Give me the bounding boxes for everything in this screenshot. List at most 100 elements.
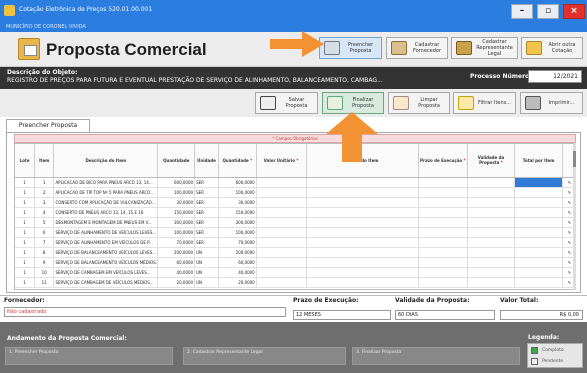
brand-cell[interactable] xyxy=(306,247,420,258)
validity-cell[interactable] xyxy=(467,247,516,258)
offered-quantity-cell[interactable]: 100,0000 xyxy=(218,227,257,238)
offered-quantity-cell[interactable]: 100,0000 xyxy=(218,187,257,198)
brand-cell[interactable] xyxy=(306,197,420,208)
table-row[interactable]: 1 1 APLICACAO DE BICO PARA PNEUS ARCO 13, … xyxy=(15,177,575,188)
term-cell[interactable] xyxy=(418,187,468,198)
brand-cell[interactable] xyxy=(306,237,420,248)
term-cell[interactable] xyxy=(418,217,468,228)
register-supplier-label: Cadastrar Fornecedor xyxy=(412,42,442,54)
validity-cell[interactable] xyxy=(467,207,516,218)
term-cell[interactable] xyxy=(418,257,468,268)
validity-cell[interactable] xyxy=(467,257,516,268)
term-cell[interactable] xyxy=(418,207,468,218)
brand-cell[interactable] xyxy=(306,277,420,288)
item-total-cell[interactable] xyxy=(514,277,563,288)
item-total-cell[interactable] xyxy=(514,197,563,208)
term-cell[interactable] xyxy=(418,267,468,278)
offered-quantity-cell[interactable]: 40,0000 xyxy=(218,267,257,278)
print-button[interactable]: Imprimir... xyxy=(520,92,583,114)
brand-cell[interactable] xyxy=(306,267,420,278)
tab-fill-proposal[interactable]: Preencher Proposta xyxy=(6,119,90,132)
item-total-cell[interactable] xyxy=(514,257,563,268)
table-row[interactable]: 1 6 SERVIÇO DE ALINHAMENTO DE VEÍCULOS LEV… xyxy=(15,227,575,238)
term-cell[interactable] xyxy=(418,247,468,258)
unit-price-cell[interactable] xyxy=(256,237,307,248)
table-row[interactable]: 1 7 SERVIÇO DE ALINHAMENTO EM VEÍCULOS DE … xyxy=(15,237,575,248)
items-grid: Lote Item Descrição do Item Quantidade Unida… xyxy=(14,143,576,290)
unit-price-cell[interactable] xyxy=(256,267,307,278)
unit-price-cell[interactable] xyxy=(256,257,307,268)
table-row[interactable]: 1 9 SERVIÇO DE BALANCEAMENTO VEÍCULOS MÉDI… xyxy=(15,257,575,268)
fill-proposal-button[interactable]: Preencher Proposta xyxy=(319,37,382,59)
offered-quantity-cell[interactable]: 300,0000 xyxy=(218,217,257,228)
filter-items-button[interactable]: Filtrar Itens... xyxy=(453,92,516,114)
minimize-button[interactable]: – xyxy=(511,4,533,19)
term-cell[interactable] xyxy=(418,177,468,188)
table-row[interactable]: 1 8 SERVIÇO DE BALANCEAMENTO VEÍCULOS LEVE… xyxy=(15,247,575,258)
item-total-cell[interactable] xyxy=(514,247,563,258)
maximize-button[interactable]: ▫ xyxy=(537,4,559,19)
description-cell: SERVIÇO DE BALANCEAMENTO VEÍCULOS MÉDIOS… xyxy=(53,257,159,268)
validity-cell[interactable] xyxy=(467,227,516,238)
validity-cell[interactable] xyxy=(467,217,516,228)
validity-cell[interactable] xyxy=(467,197,516,208)
register-supplier-button[interactable]: Cadastrar Fornecedor xyxy=(386,37,448,59)
term-cell[interactable] xyxy=(418,227,468,238)
offered-quantity-cell[interactable]: 20,0000 xyxy=(218,277,257,288)
unit-price-cell[interactable] xyxy=(256,187,307,198)
unit-price-cell[interactable] xyxy=(256,177,307,188)
table-row[interactable]: 1 10 SERVIÇO DE CAMBAGEM EM VEÍCULOS LEVES… xyxy=(15,267,575,278)
table-row[interactable]: 1 5 DESMONTAGEM E MONTAGEM DE PNEUS EM V..… xyxy=(15,217,575,228)
offered-quantity-cell[interactable]: 70,0000 xyxy=(218,237,257,248)
validity-cell[interactable] xyxy=(467,277,516,288)
save-proposal-button[interactable]: Salvar Proposta xyxy=(255,92,318,114)
offered-quantity-cell[interactable]: 200,0000 xyxy=(218,247,257,258)
register-representative-button[interactable]: Cadastrar Representante Legal xyxy=(451,37,518,59)
unit-price-cell[interactable] xyxy=(256,277,307,288)
brand-cell[interactable] xyxy=(306,257,420,268)
grid-column-header: Quantidade * xyxy=(218,144,257,178)
offered-quantity-cell[interactable]: 60,0000 xyxy=(218,257,257,268)
table-row[interactable]: 1 3 CONSERTO COM APLICAÇÃO DE VULCANIZAÇÃO… xyxy=(15,197,575,208)
offered-quantity-cell[interactable]: 150,0000 xyxy=(218,207,257,218)
term-cell[interactable] xyxy=(418,237,468,248)
validity-cell[interactable] xyxy=(467,237,516,248)
item-total-cell[interactable] xyxy=(514,267,563,278)
term-cell[interactable] xyxy=(418,197,468,208)
finalize-proposal-button[interactable]: Finalizar Proposta xyxy=(322,92,384,114)
unit-price-cell[interactable] xyxy=(256,207,307,218)
execution-term-field[interactable]: 12 MESES xyxy=(293,310,391,320)
unit-price-cell[interactable] xyxy=(256,247,307,258)
term-cell[interactable] xyxy=(418,277,468,288)
table-row[interactable]: 1 11 SERVIÇO DE CAMBAGEM DE VEÍCULOS MÉDIO… xyxy=(15,277,575,288)
unit-price-cell[interactable] xyxy=(256,227,307,238)
table-row[interactable]: 1 2 APLICACAO DE TIP TOP Nº 5 PARA PNEUS A… xyxy=(15,187,575,198)
item-total-cell[interactable] xyxy=(514,187,563,198)
grid-scrollbar[interactable] xyxy=(573,143,576,290)
item-total-cell[interactable] xyxy=(514,207,563,218)
item-total-cell[interactable] xyxy=(514,227,563,238)
close-button[interactable]: × xyxy=(563,4,585,19)
brand-cell[interactable] xyxy=(306,177,420,188)
validity-cell[interactable] xyxy=(467,177,516,188)
offered-quantity-cell[interactable]: 30,0000 xyxy=(218,197,257,208)
brand-cell[interactable] xyxy=(306,217,420,228)
brand-cell[interactable] xyxy=(306,207,420,218)
scrollbar-thumb[interactable] xyxy=(573,151,576,167)
validity-cell[interactable] xyxy=(467,187,516,198)
offered-quantity-cell[interactable]: 600,0000 xyxy=(218,177,257,188)
proposal-validity-field[interactable]: 60 DIAS xyxy=(395,310,495,320)
item-total-cell[interactable] xyxy=(514,217,563,228)
item-total-cell[interactable] xyxy=(514,237,563,248)
fill-proposal-label: Preencher Proposta xyxy=(347,42,374,54)
unit-price-cell[interactable] xyxy=(256,197,307,208)
unit-price-cell[interactable] xyxy=(256,217,307,228)
clear-proposal-button[interactable]: Limpar Proposta xyxy=(388,92,450,114)
brand-cell[interactable] xyxy=(306,187,420,198)
item-cell: 3 xyxy=(34,197,55,208)
open-quotation-button[interactable]: Abrir outra Cotação xyxy=(521,37,583,59)
item-total-cell[interactable] xyxy=(514,177,563,188)
table-row[interactable]: 1 4 CONSERTO DE PNEUS ARCO 13, 14, 15 E 16… xyxy=(15,207,575,218)
brand-cell[interactable] xyxy=(306,227,420,238)
validity-cell[interactable] xyxy=(467,267,516,278)
